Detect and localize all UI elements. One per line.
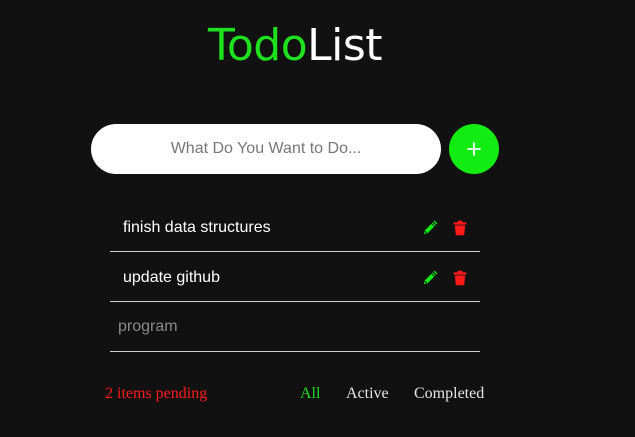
todo-list: finish data structures update github bbox=[110, 202, 480, 352]
filter-active[interactable]: Active bbox=[346, 385, 389, 403]
todo-item-text: update github bbox=[123, 269, 220, 286]
pencil-icon bbox=[424, 220, 438, 234]
delete-todo-button[interactable] bbox=[452, 220, 468, 236]
edit-todo-button[interactable] bbox=[422, 220, 438, 236]
app-title-todo: Todo bbox=[207, 20, 308, 71]
todo-item-text: finish data structures bbox=[123, 219, 271, 236]
inline-todo-input[interactable] bbox=[110, 302, 480, 351]
new-todo-input[interactable] bbox=[91, 124, 441, 174]
plus-icon bbox=[467, 142, 481, 156]
todo-item: update github bbox=[110, 252, 480, 302]
todo-item: finish data structures bbox=[110, 202, 480, 252]
filter-all[interactable]: All bbox=[300, 385, 320, 403]
app-title: TodoList bbox=[0, 18, 590, 74]
app-title-list: List bbox=[307, 20, 383, 71]
add-todo-button[interactable] bbox=[449, 124, 499, 174]
pending-count: 2 items pending bbox=[105, 385, 208, 402]
trash-icon bbox=[453, 220, 467, 236]
pencil-icon bbox=[424, 270, 438, 284]
inline-todo-row bbox=[110, 302, 480, 352]
delete-todo-button[interactable] bbox=[452, 270, 468, 286]
trash-icon bbox=[453, 270, 467, 286]
filter-completed[interactable]: Completed bbox=[414, 385, 484, 403]
edit-todo-button[interactable] bbox=[422, 270, 438, 286]
